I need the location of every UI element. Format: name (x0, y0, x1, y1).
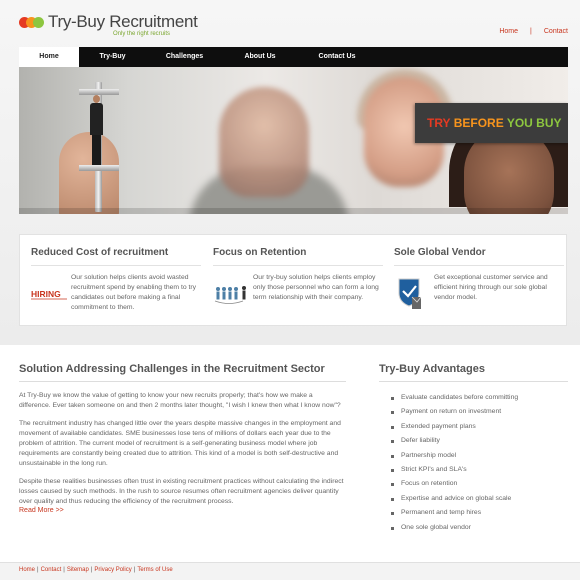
section-divider (19, 381, 346, 382)
logo-dot (33, 17, 44, 28)
bullet-icon (391, 483, 394, 487)
badge-word-you-buy: YOU BUY (506, 116, 562, 130)
hiring-icon-text: HIRING (31, 289, 61, 299)
logo-word-try: Try- (48, 12, 77, 31)
tagline: Only the right recruits (113, 31, 171, 37)
footer-link-terms-of-use[interactable]: Terms of Use (137, 567, 172, 573)
nav-home[interactable]: Home (19, 47, 79, 67)
list-item: One sole global vendor (379, 521, 568, 535)
list-item-text: Partnership model (401, 451, 457, 459)
figure-head (93, 95, 100, 103)
footer-separator: | (63, 567, 65, 573)
businessman-figure-icon (89, 95, 103, 165)
list-item-text: Expertise and advice on global scale (401, 494, 512, 502)
list-item-text: Defer liability (401, 437, 440, 445)
list-item: Permanent and temp hires (379, 506, 568, 520)
footer-separator: | (37, 567, 39, 573)
hiring-icon: HIRING (31, 275, 71, 315)
section-title: Solution Addressing Challenges in the Re… (19, 363, 325, 375)
hero-photo-man (219, 87, 309, 197)
feature-text: Our solution helps clients avoid wasted … (71, 274, 197, 311)
top-link-contact[interactable]: Contact (544, 28, 568, 35)
solution-section: Solution Addressing Challenges in the Re… (19, 363, 346, 514)
hero-banner: TRY BEFORE YOU BUY (19, 67, 568, 214)
bullet-icon (391, 425, 394, 429)
solution-paragraph: Despite these realities businesses often… (19, 478, 344, 505)
top-links: Home | Contact (499, 28, 568, 35)
hero-bottom-shadow (19, 208, 568, 214)
advantages-list: Evaluate candidates before committing Pa… (379, 391, 568, 535)
logo-wordmark: Try-Buy Recruitment (48, 12, 198, 32)
bullet-icon (391, 526, 394, 530)
feature-title: Focus on Retention (213, 247, 307, 258)
nav-about-us[interactable]: About Us (223, 47, 297, 67)
main-nav: Home Try-Buy Challenges About Us Contact… (19, 47, 568, 67)
section-divider (379, 381, 568, 382)
logo-word-buy: Buy Recruitment (76, 12, 198, 31)
footer-link-home[interactable]: Home (19, 567, 35, 573)
feature-text: Get exceptional customer service and eff… (434, 274, 548, 301)
section-title: Try-Buy Advantages (379, 363, 485, 375)
badge-word-before: BEFORE (453, 116, 504, 130)
caliper-jaw-bottom (79, 165, 119, 171)
bullet-icon (391, 411, 394, 415)
bullet-icon (391, 440, 394, 444)
list-item: Expertise and advice on global scale (379, 492, 568, 506)
list-item-text: Payment on return on investment (401, 408, 502, 416)
bullet-icon (391, 454, 394, 458)
figure-body (90, 103, 103, 135)
bullet-icon (391, 469, 394, 473)
list-item: Evaluate candidates before committing (379, 391, 568, 405)
list-item-text: Evaluate candidates before committing (401, 394, 519, 401)
nav-challenges[interactable]: Challenges (146, 47, 223, 67)
nav-try-buy[interactable]: Try-Buy (79, 47, 146, 67)
footer-link-privacy-policy[interactable]: Privacy Policy (94, 567, 131, 573)
team-retention-icon (213, 275, 253, 315)
list-item: Focus on retention (379, 477, 568, 491)
list-item: Strict KPI's and SLA's (379, 463, 568, 477)
footer-links: Home | Contact | Sitemap | Privacy Policy | Term… (19, 567, 173, 573)
advantages-section: Try-Buy Advantages Evaluate candidates b… (379, 363, 568, 535)
features-panel: Reduced Cost of recruitment HIRING Our s… (19, 234, 567, 326)
top-link-home[interactable]: Home (499, 28, 518, 35)
bullet-icon (391, 512, 394, 516)
feature-text: Our try-buy solution helps clients emplo… (253, 274, 379, 301)
feature-divider (394, 265, 564, 266)
list-item-text: Permanent and temp hires (401, 509, 482, 517)
footer-link-sitemap[interactable]: Sitemap (67, 567, 89, 573)
logo-dots-icon (19, 17, 45, 28)
footer-link-contact[interactable]: Contact (41, 567, 62, 573)
solution-paragraph: At Try-Buy we know the value of getting … (19, 392, 341, 409)
feature-title: Sole Global Vendor (394, 247, 486, 258)
list-item: Extended payment plans (379, 420, 568, 434)
list-item-text: Extended payment plans (401, 422, 476, 430)
try-before-you-buy-badge: TRY BEFORE YOU BUY (415, 103, 568, 143)
shield-check-icon (394, 275, 434, 315)
list-item: Partnership model (379, 449, 568, 463)
feature-divider (213, 265, 383, 266)
bullet-icon (391, 397, 394, 400)
list-item: Defer liability (379, 434, 568, 448)
nav-contact-us[interactable]: Contact Us (297, 47, 377, 67)
list-item-text: Focus on retention (401, 480, 458, 488)
footer-separator: | (90, 567, 93, 573)
bullet-icon (391, 497, 394, 501)
top-link-separator: | (530, 28, 532, 35)
feature-divider (31, 265, 201, 266)
solution-paragraph: The recruitment industry has changed lit… (19, 420, 341, 467)
list-item: Payment on return on investment (379, 405, 568, 419)
read-more-link[interactable]: Read More >> (19, 507, 346, 514)
figure-legs (92, 135, 101, 165)
footer: Home | Contact | Sitemap | Privacy Policy | Term… (0, 562, 580, 580)
list-item-text: One sole global vendor (401, 523, 471, 531)
feature-title: Reduced Cost of recruitment (31, 247, 169, 258)
badge-word-try: TRY (427, 116, 451, 130)
list-item-text: Strict KPI's and SLA's (401, 466, 467, 474)
footer-separator: | (133, 567, 136, 573)
